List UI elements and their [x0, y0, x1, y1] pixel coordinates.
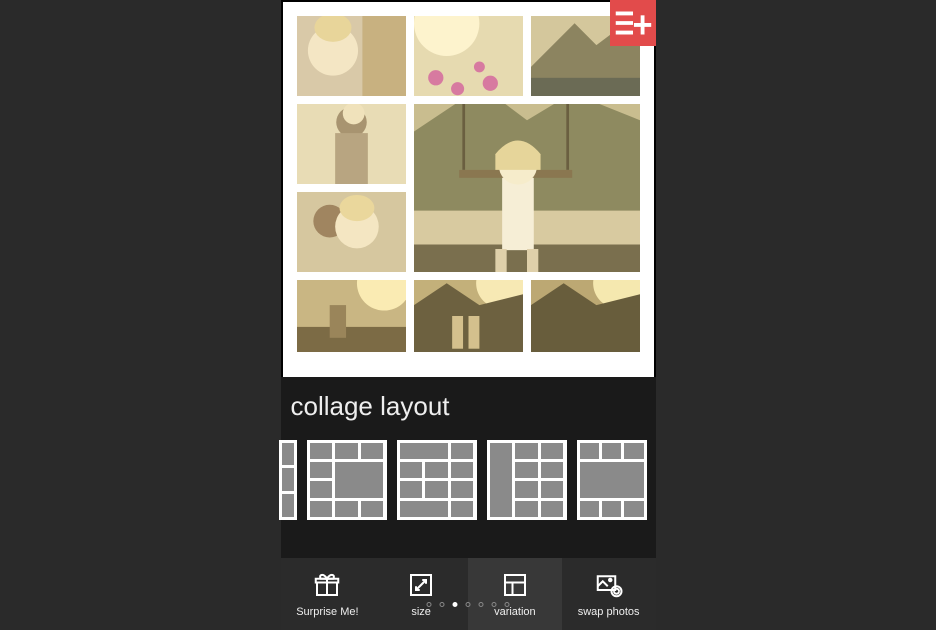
button-label: size	[411, 606, 431, 618]
layout-thumb[interactable]	[397, 440, 477, 520]
layout-thumb[interactable]	[577, 440, 647, 520]
swap-photos-button[interactable]: swap photos	[562, 558, 656, 630]
button-label: swap photos	[578, 606, 640, 618]
grid-icon	[500, 570, 530, 600]
layout-thumb[interactable]	[307, 440, 387, 520]
app-screen: collage layout	[281, 0, 656, 630]
collage-cell[interactable]	[414, 104, 640, 272]
button-label: Surprise Me!	[296, 606, 358, 618]
button-label: variation	[494, 606, 536, 618]
layout-thumbnails[interactable]	[279, 440, 656, 520]
resize-icon	[406, 570, 436, 600]
surprise-me-button[interactable]: Surprise Me!	[281, 558, 375, 630]
collage-cell[interactable]	[297, 104, 406, 184]
collage-cell[interactable]	[414, 280, 523, 352]
variation-button[interactable]: variation	[468, 558, 562, 630]
collage-cell[interactable]	[297, 192, 406, 272]
section-title: collage layout	[281, 391, 656, 422]
collage-cell[interactable]	[297, 16, 406, 96]
add-layout-button[interactable]	[610, 0, 656, 46]
size-button[interactable]: size	[374, 558, 468, 630]
layout-thumb[interactable]	[279, 440, 297, 520]
gift-icon	[312, 570, 342, 600]
app-bar: Surprise Me! size variation	[281, 558, 656, 630]
list-plus-icon	[610, 0, 656, 46]
collage-cell[interactable]	[531, 280, 640, 352]
page-indicator	[427, 602, 510, 607]
collage-cell[interactable]	[414, 16, 523, 96]
collage-canvas[interactable]	[283, 2, 654, 377]
layout-thumb[interactable]	[487, 440, 567, 520]
layout-section: collage layout	[281, 377, 656, 558]
collage-cell[interactable]	[297, 280, 406, 352]
swap-photos-icon	[594, 570, 624, 600]
